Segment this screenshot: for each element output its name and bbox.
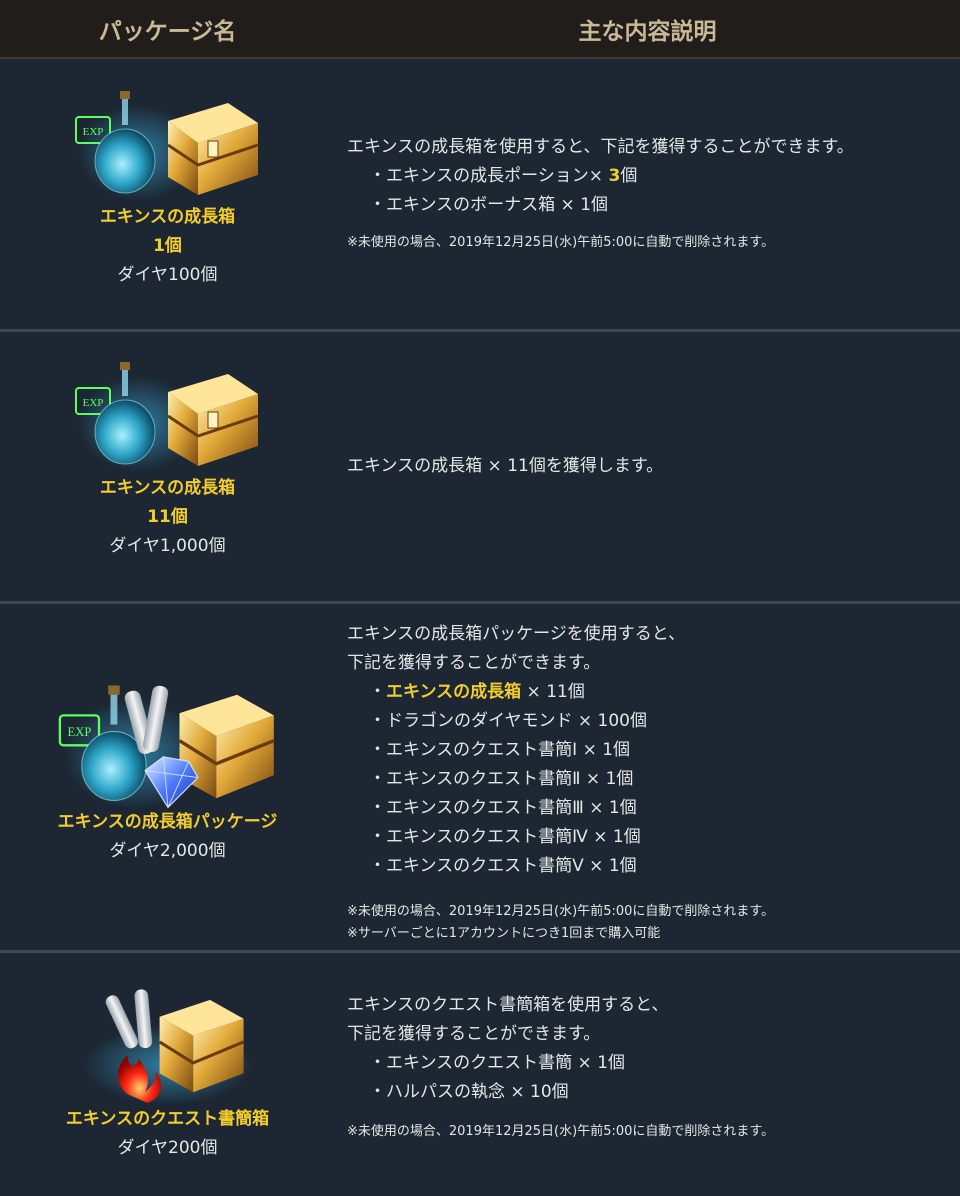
list-item: ・エキンスのクエスト書簡Ⅱ × 1個 [369, 769, 634, 789]
list-item: ・エキンスのクエスト書簡Ⅳ × 1個 [369, 827, 641, 847]
highlight-item: エキンスの成長箱 [386, 682, 522, 702]
highlight-quantity: 3 [608, 166, 621, 186]
package-art: EXP [74, 91, 258, 201]
package-price: ダイヤ100個 [117, 265, 218, 285]
description-intro: エキンスのクエスト書簡箱を使用すると、 [347, 995, 669, 1015]
golden-chest-icon [166, 103, 258, 195]
list-item: ・エキンスのボーナス箱 × 1個 [369, 195, 609, 215]
list-item: ・ドラゴンのダイヤモンド × 100個 [369, 711, 647, 731]
list-item: ・エキンスのクエスト書簡Ⅴ × 1個 [369, 856, 637, 876]
description-intro: エキンスの成長箱パッケージを使用すると、 [347, 624, 686, 644]
description-cell: エキンスのクエスト書簡箱を使用すると、 下記を獲得することができます。 ・エキン… [335, 953, 960, 1196]
package-cell: EXP エキンスの成長箱 1個 ダイヤ100個 [0, 59, 335, 329]
purchase-limit-note: ※サーバーごとに1アカウントにつき1回まで購入可能 [347, 926, 661, 941]
package-quantity: 1個 [153, 236, 182, 256]
list-item-text: ・エキンスの成長ポーション× [369, 166, 604, 186]
package-name: エキンスの成長箱 [99, 478, 236, 498]
expiry-note: ※未使用の場合、2019年12月25日(水)午前5:00に自動で削除されます。 [347, 235, 775, 250]
package-art [83, 989, 252, 1105]
package-name: エキンスの成長箱 [99, 207, 236, 227]
package-table: パッケージ名 主な内容説明 EXP エキンスの成長箱 1個 ダイヤ100個 エキ… [0, 0, 960, 1196]
description-intro-2: 下記を獲得することができます。 [347, 1024, 601, 1044]
svg-text:EXP: EXP [67, 725, 91, 739]
header-package-name: パッケージ名 [98, 18, 237, 45]
description-intro: エキンスの成長箱を使用すると、下記を獲得することができます。 [347, 137, 854, 157]
svg-text:EXP: EXP [82, 397, 103, 409]
list-item: ・エキンスの成長ポーション× 3個 [347, 162, 960, 191]
golden-chest-icon [166, 374, 258, 466]
list-item: ・エキンスの成長箱 × 11個 [369, 682, 585, 702]
package-name: エキンスの成長箱パッケージ [57, 812, 278, 832]
list-item-suffix: 個 [620, 166, 638, 186]
list-item: ・エキンスのクエスト書簡Ⅰ × 1個 [369, 740, 631, 760]
package-art: EXP [58, 685, 274, 810]
description-cell: エキンスの成長箱パッケージを使用すると、 下記を獲得することができます。 ・エキ… [335, 604, 960, 950]
list-item: ・ハルパスの執念 × 10個 [369, 1082, 569, 1102]
header-description: 主な内容説明 [578, 18, 717, 45]
description-cell: エキンスの成長箱 × 11個を獲得します。 [335, 332, 960, 601]
package-price: ダイヤ200個 [117, 1138, 218, 1158]
package-row-growth-package: EXP エキンスの成長箱パッケージ ダイヤ2,000個 エキンスの成長箱パッケー… [0, 604, 960, 953]
package-cell: EXP エキンスの成長箱パッケージ ダイヤ2,000個 [0, 604, 335, 950]
package-row-growth-box-1: EXP エキンスの成長箱 1個 ダイヤ100個 エキンスの成長箱を使用すると、下… [0, 59, 960, 332]
list-item: ・エキンスのクエスト書簡 × 1個 [369, 1053, 626, 1073]
package-price: ダイヤ1,000個 [109, 536, 226, 556]
golden-chest-icon [178, 694, 274, 799]
package-cell: エキンスのクエスト書簡箱 ダイヤ200個 [0, 953, 335, 1196]
package-quantity: 11個 [147, 507, 188, 527]
table-header: パッケージ名 主な内容説明 [0, 0, 960, 59]
package-art: EXP [74, 362, 258, 472]
expiry-note: ※未使用の場合、2019年12月25日(水)午前5:00に自動で削除されます。 [347, 1124, 775, 1139]
svg-text:EXP: EXP [82, 126, 103, 138]
package-price: ダイヤ2,000個 [109, 841, 226, 861]
description-cell: エキンスの成長箱を使用すると、下記を獲得することができます。 ・エキンスの成長ポ… [335, 59, 960, 329]
description-intro-2: 下記を獲得することができます。 [347, 653, 601, 673]
package-cell: EXP エキンスの成長箱 11個 ダイヤ1,000個 [0, 332, 335, 601]
package-name: エキンスのクエスト書簡箱 [65, 1109, 270, 1129]
package-row-quest-letter-box: エキンスのクエスト書簡箱 ダイヤ200個 エキンスのクエスト書簡箱を使用すると、… [0, 953, 960, 1196]
expiry-note: ※未使用の場合、2019年12月25日(水)午前5:00に自動で削除されます。 [347, 904, 775, 919]
description-text: エキンスの成長箱 × 11個を獲得します。 [347, 456, 664, 476]
list-item: ・エキンスのクエスト書簡Ⅲ × 1個 [369, 798, 637, 818]
list-item-suffix: × 11個 [521, 682, 585, 702]
package-row-growth-box-11: EXP エキンスの成長箱 11個 ダイヤ1,000個 エキンスの成長箱 × 11… [0, 332, 960, 604]
